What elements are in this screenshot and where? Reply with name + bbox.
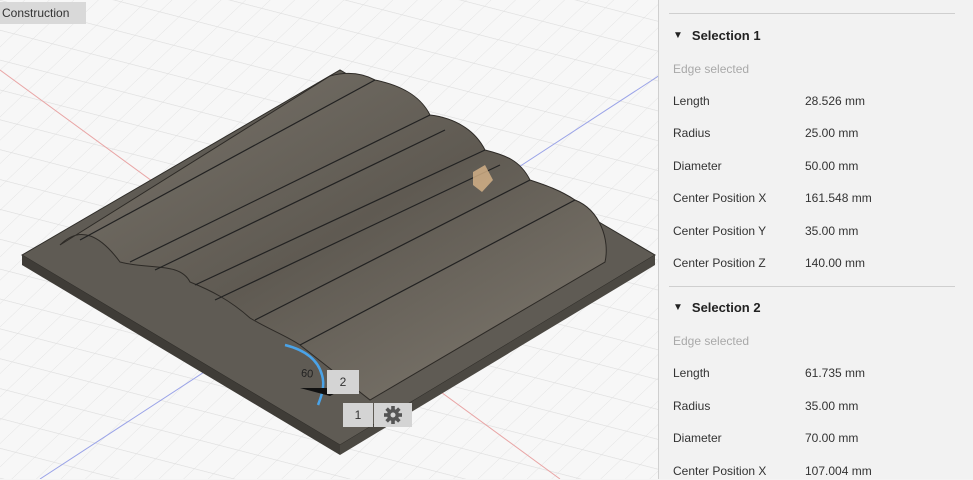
selection-2-row-radius: Radius 35.00 mm <box>673 399 859 413</box>
selection-divider <box>669 286 955 287</box>
selection-1-row-center-y: Center Position Y 35.00 mm <box>673 224 859 238</box>
selection-2-header[interactable]: ▼ Selection 2 <box>673 300 761 315</box>
selection-2-row-length: Length 61.735 mm <box>673 366 866 380</box>
gear-icon[interactable] <box>374 403 412 427</box>
construction-label[interactable]: Construction <box>0 2 86 24</box>
collapse-triangle-icon[interactable]: ▼ <box>673 30 683 41</box>
selection-2-title: Selection 2 <box>691 300 761 315</box>
selection-2-subtitle: Edge selected <box>673 334 750 348</box>
selection-2-row-diameter: Diameter 70.00 mm <box>673 431 859 445</box>
3d-viewport[interactable]: Construction 60 2 1 <box>0 0 660 479</box>
selection-1-row-center-z: Center Position Z 140.00 mm <box>673 256 866 270</box>
selection-1-row-center-x: Center Position X 161.548 mm <box>673 191 872 205</box>
selection-1-subtitle: Edge selected <box>673 62 750 76</box>
dimension-label: 60 <box>300 367 314 381</box>
selection-marker-1[interactable]: 1 <box>343 403 373 427</box>
selection-2-row-center-x: Center Position X 107.004 mm <box>673 464 872 478</box>
selection-1-header[interactable]: ▼ Selection 1 <box>673 28 761 43</box>
selection-1-row-diameter: Diameter 50.00 mm <box>673 159 859 173</box>
selection-1-title: Selection 1 <box>691 28 761 43</box>
collapse-triangle-icon[interactable]: ▼ <box>673 302 683 313</box>
measure-panel: ▼ Selection 1 Edge selected Length 28.526… <box>658 0 973 479</box>
selection-1-row-radius: Radius 25.00 mm <box>673 126 859 140</box>
viewport-canvas[interactable] <box>0 0 660 479</box>
selection-marker-2[interactable]: 2 <box>327 370 359 394</box>
panel-divider-top <box>669 13 955 14</box>
selection-1-row-length: Length 28.526 mm <box>673 94 866 108</box>
